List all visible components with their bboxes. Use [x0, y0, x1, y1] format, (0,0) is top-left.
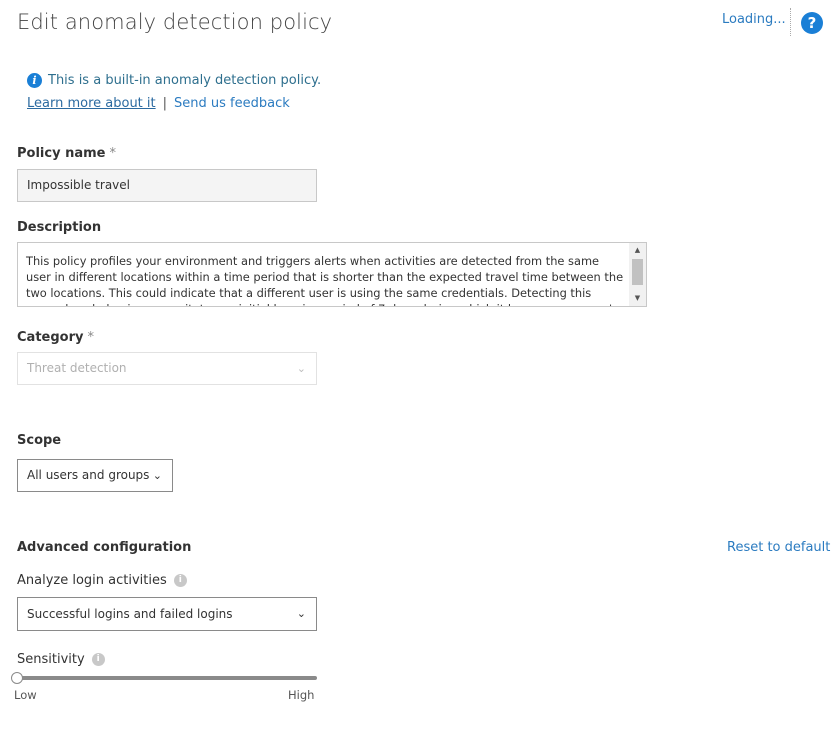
page-title: Edit anomaly detection policy	[17, 10, 333, 34]
info-links: Learn more about it | Send us feedback	[27, 96, 290, 111]
send-feedback-link[interactable]: Send us feedback	[174, 96, 290, 111]
policy-name-label: Policy name *	[17, 146, 116, 161]
analyze-login-label: Analyze login activities i	[17, 573, 187, 588]
sensitivity-label: Sensitivity i	[17, 652, 105, 667]
advanced-configuration-heading: Advanced configuration	[17, 540, 192, 555]
required-marker: *	[87, 330, 94, 345]
help-button[interactable]: ?	[801, 12, 823, 34]
description-textarea[interactable]: This policy profiles your environment an…	[17, 242, 647, 307]
slider-max-label: High	[288, 688, 315, 702]
header-divider	[790, 8, 791, 36]
help-icon: ?	[807, 14, 817, 32]
slider-thumb[interactable]	[11, 672, 23, 684]
policy-name-input[interactable]: Impossible travel	[17, 169, 317, 202]
scroll-thumb[interactable]	[632, 259, 643, 285]
chevron-down-icon: ⌄	[296, 607, 306, 620]
slider-track[interactable]	[17, 676, 317, 680]
sensitivity-slider[interactable]	[11, 672, 317, 684]
category-value: Threat detection	[27, 361, 127, 375]
category-label: Category *	[17, 330, 94, 345]
loading-indicator: Loading...	[722, 12, 786, 27]
login-activities-dropdown[interactable]: Successful logins and failed logins ⌄	[17, 597, 317, 631]
chevron-down-icon: ⌄	[152, 469, 162, 482]
scroll-down-icon[interactable]: ▼	[629, 292, 646, 305]
scope-label: Scope	[17, 433, 62, 448]
scope-dropdown[interactable]: All users and groups ⌄	[17, 459, 173, 492]
info-tooltip-icon[interactable]: i	[91, 653, 105, 666]
scroll-up-icon[interactable]: ▲	[629, 244, 646, 257]
login-activities-value: Successful logins and failed logins	[27, 607, 233, 621]
learn-more-link[interactable]: Learn more about it	[27, 96, 156, 111]
info-icon: i	[27, 73, 42, 88]
description-text: This policy profiles your environment an…	[26, 254, 624, 306]
info-tooltip-icon[interactable]: i	[173, 574, 187, 587]
info-banner: i This is a built-in anomaly detection p…	[27, 73, 321, 88]
chevron-down-icon: ⌄	[296, 362, 306, 375]
category-select: Threat detection ⌄	[17, 352, 317, 385]
reset-to-default-link[interactable]: Reset to default	[727, 540, 830, 555]
required-marker: *	[109, 146, 116, 161]
description-scrollbar[interactable]: ▲ ▼	[629, 243, 646, 306]
link-separator: |	[162, 96, 168, 111]
info-message: This is a built-in anomaly detection pol…	[48, 73, 322, 88]
description-label: Description	[17, 220, 102, 235]
scope-value: All users and groups	[27, 468, 150, 482]
slider-min-label: Low	[14, 688, 37, 702]
